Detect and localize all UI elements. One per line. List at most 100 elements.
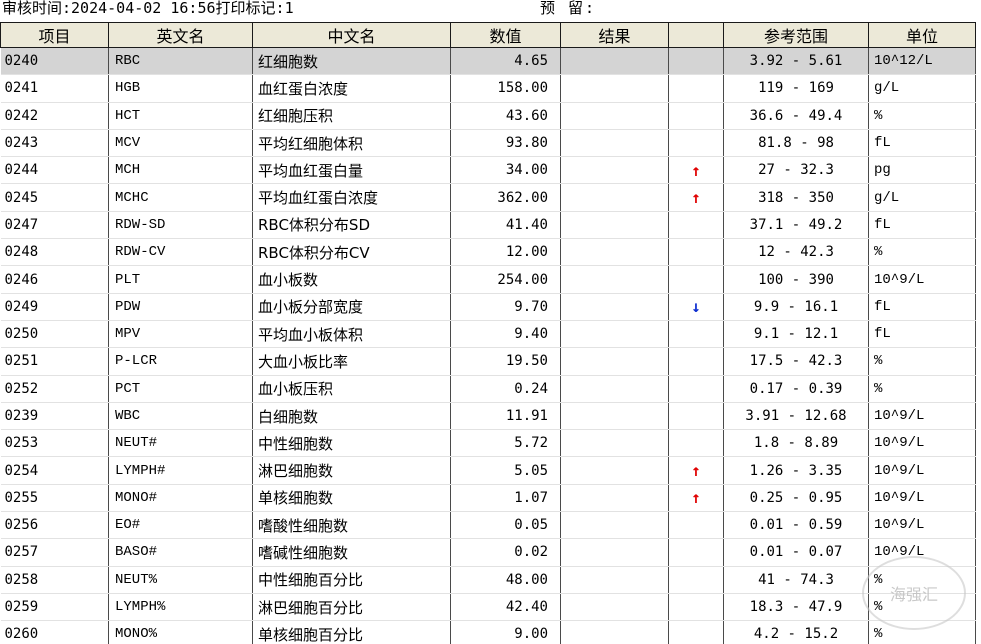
reserve-label: 预 留: [540,0,597,17]
result-cell [560,74,669,103]
reference-range-cell: 0.01 - 0.59 [723,511,869,540]
chinese-name-cell: 血小板分部宽度 [252,293,451,321]
col-header-value[interactable]: 数值 [450,22,561,48]
reference-range-cell: 119 - 169 [723,74,869,103]
reference-range-cell: 3.92 - 5.61 [723,47,869,76]
item-code-cell: 0256 [0,511,109,540]
item-code-cell: 0253 [0,429,109,458]
result-cell [560,238,669,267]
unit-cell: 10^9/L [868,429,976,458]
english-name-cell: BASO# [108,538,253,567]
col-header-unit[interactable]: 单位 [868,22,976,48]
table-row[interactable]: 0241 HGB 血红蛋白浓度 158.00 119 - 169 g/L [0,74,976,103]
col-header-flag[interactable] [668,22,724,48]
result-cell [560,402,669,431]
chinese-name-cell: 血红蛋白浓度 [252,74,451,103]
result-cell [560,293,669,321]
unit-cell: 10^9/L [868,484,976,513]
arrow-up-icon: ↑ [668,456,724,485]
table-row[interactable]: 0256 EO# 嗜酸性细胞数 0.05 0.01 - 0.59 10^9/L [0,511,976,540]
value-cell: 11.91 [450,402,561,431]
table-row[interactable]: 0257 BASO# 嗜碱性细胞数 0.02 0.01 - 0.07 10^9/L [0,538,976,567]
audit-label: 审核时间: [2,0,72,17]
item-code-cell: 0244 [0,156,109,185]
chinese-name-cell: 平均血小板体积 [252,320,451,349]
col-header-english-name[interactable]: 英文名 [108,22,253,48]
table-row[interactable]: 0244 MCH 平均血红蛋白量 34.00 ↑ 27 - 32.3 pg [0,156,976,185]
table-row[interactable]: 0246 PLT 血小板数 254.00 100 - 390 10^9/L [0,265,976,294]
abnormal-flag-cell [668,102,724,130]
english-name-cell: MONO# [108,484,253,513]
unit-cell: % [868,566,976,594]
col-header-item[interactable]: 项目 [0,22,109,48]
unit-cell: fL [868,211,976,240]
col-header-reference-range[interactable]: 参考范围 [723,22,869,48]
abnormal-flag-cell [668,566,724,594]
table-row[interactable]: 0245 MCHC 平均血红蛋白浓度 362.00 ↑ 318 - 350 g/L [0,183,976,212]
chinese-name-cell: 淋巴细胞数 [252,456,451,485]
unit-cell: 10^9/L [868,538,976,567]
col-header-chinese-name[interactable]: 中文名 [252,22,451,48]
audit-time: 2024-04-02 16:56 [71,0,216,17]
table-row[interactable]: 0259 LYMPH% 淋巴细胞百分比 42.40 18.3 - 47.9% [0,593,976,622]
table-row[interactable]: 0243 MCV 平均红细胞体积 93.80 81.8 - 98 fL [0,129,976,158]
result-cell [560,456,669,485]
value-cell: 9.40 [450,320,561,349]
value-cell: 158.00 [450,74,561,103]
unit-cell: fL [868,293,976,321]
table-row[interactable]: 0249 PDW 血小板分部宽度 9.70 ↓ 9.9 - 16.1 fL [0,293,976,321]
table-row[interactable]: 0242 HCT 红细胞压积 43.60 36.6 - 49.4% [0,102,976,130]
col-header-result[interactable]: 结果 [560,22,669,48]
lab-report-window: 审核时间:2024-04-02 16:56打印标记:1 预 留: 项目 英文名 中文… [0,0,981,644]
english-name-cell: NEUT% [108,566,253,594]
english-name-cell: LYMPH# [108,456,253,485]
value-cell: 12.00 [450,238,561,267]
result-cell [560,47,669,76]
table-row[interactable]: 0253 NEUT# 中性细胞数 5.72 1.8 - 8.89 10^9/L [0,429,976,458]
english-name-cell: LYMPH% [108,593,253,622]
table-row[interactable]: 0239 WBC 白细胞数 11.91 3.91 - 12.68 10^9/L [0,402,976,431]
unit-cell: % [868,238,976,267]
value-cell: 41.40 [450,211,561,240]
table-row[interactable]: 0258 NEUT% 中性细胞百分比 48.00 41 - 74.3% [0,566,976,594]
item-code-cell: 0259 [0,593,109,622]
abnormal-flag-cell [668,429,724,458]
value-cell: 9.00 [450,620,561,644]
audit-info: 审核时间:2024-04-02 16:56打印标记:1 [2,0,294,19]
reference-range-cell: 37.1 - 49.2 [723,211,869,240]
abnormal-flag-cell [668,47,724,76]
table-row[interactable]: 0255 MONO# 单核细胞数 1.07 ↑ 0.25 - 0.95 10^9/L [0,484,976,513]
item-code-cell: 0260 [0,620,109,644]
value-cell: 0.02 [450,538,561,567]
english-name-cell: NEUT# [108,429,253,458]
english-name-cell: P-LCR [108,347,253,376]
result-cell [560,183,669,212]
table-row[interactable]: 0260 MONO% 单核细胞百分比 9.00 4.2 - 15.2% [0,620,976,644]
print-flag-label: 打印标记: [215,0,285,17]
chinese-name-cell: 平均红细胞体积 [252,129,451,158]
item-code-cell: 0250 [0,320,109,349]
table-row[interactable]: 0248 RDW-CV RBC体积分布CV 12.00 12 - 42.3% [0,238,976,267]
reference-range-cell: 3.91 - 12.68 [723,402,869,431]
reference-range-cell: 12 - 42.3 [723,238,869,267]
result-cell [560,102,669,130]
reference-range-cell: 0.01 - 0.07 [723,538,869,567]
results-table: 项目 英文名 中文名 数值 结果 参考范围 单位 0240 RBC 红细胞数 4.65 3.92 -… [0,22,976,644]
value-cell: 43.60 [450,102,561,130]
english-name-cell: PDW [108,293,253,321]
item-code-cell: 0239 [0,402,109,431]
chinese-name-cell: 单核细胞数 [252,484,451,513]
result-cell [560,156,669,185]
item-code-cell: 0257 [0,538,109,567]
chinese-name-cell: 红细胞压积 [252,102,451,130]
arrow-up-icon: ↑ [668,156,724,185]
unit-cell: 10^9/L [868,456,976,485]
table-row[interactable]: 0247 RDW-SD RBC体积分布SD 41.40 37.1 - 49.2 fL [0,211,976,240]
result-cell [560,538,669,567]
table-row[interactable]: 0250 MPV 平均血小板体积 9.40 9.1 - 12.1 fL [0,320,976,349]
table-row[interactable]: 0252 PCT 血小板压积 0.24 0.17 - 0.39% [0,375,976,403]
unit-cell: % [868,593,976,622]
table-row[interactable]: 0240 RBC 红细胞数 4.65 3.92 - 5.61 10^12/L [0,47,976,76]
table-row[interactable]: 0254 LYMPH# 淋巴细胞数 5.05 ↑ 1.26 - 3.35 10^9/L [0,456,976,485]
table-row[interactable]: 0251 P-LCR 大血小板比率 19.50 17.5 - 42.3% [0,347,976,376]
